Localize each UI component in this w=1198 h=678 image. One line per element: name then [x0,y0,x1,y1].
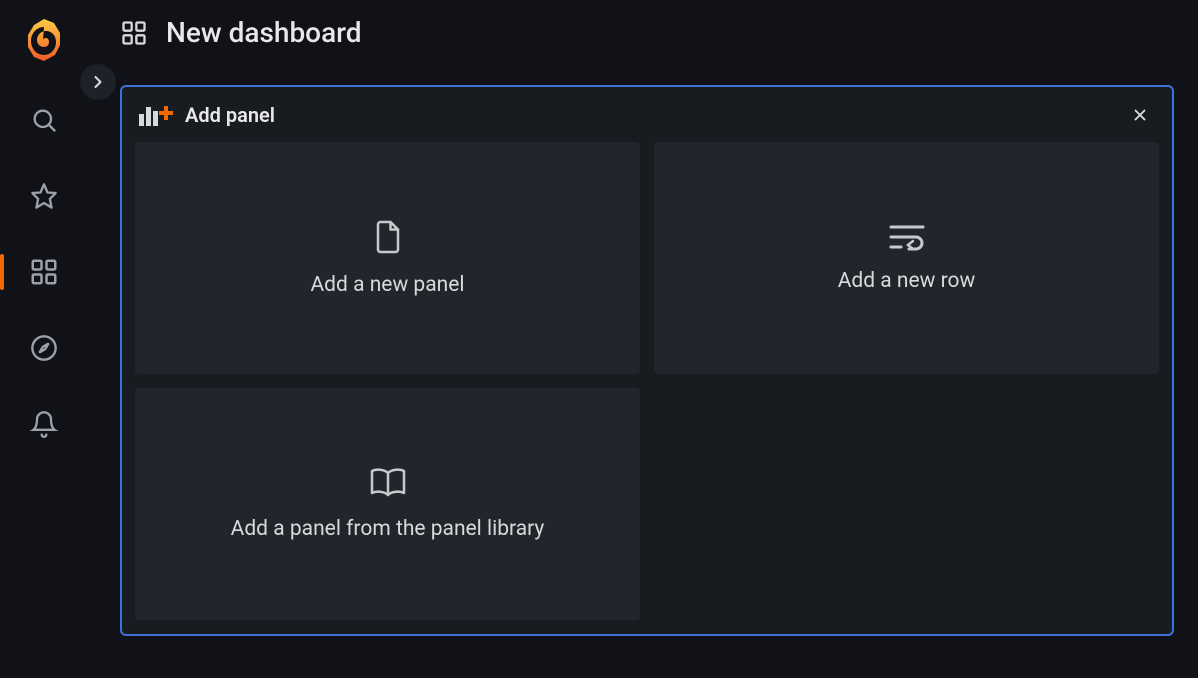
chevron-right-icon [88,72,108,92]
apps-grid-icon [29,257,59,287]
nav-explore[interactable] [24,328,64,368]
add-new-panel-card[interactable]: Add a new panel [135,142,640,374]
nav-dashboards[interactable] [24,252,64,292]
nav-search[interactable] [24,100,64,140]
close-button[interactable] [1127,102,1153,128]
panel-title: Add panel [185,103,275,127]
cards-grid: Add a new panel Add a new row [135,142,1159,620]
nav-starred[interactable] [24,176,64,216]
compass-icon [30,334,58,362]
card-label: Add a new row [838,269,976,293]
star-icon [30,182,58,210]
card-label: Add a panel from the panel library [231,517,545,541]
grafana-logo-icon [22,17,66,65]
add-new-row-card[interactable]: Add a new row [654,142,1159,374]
add-panel-icon [139,104,173,126]
file-icon [373,219,403,255]
dashboard-icon [120,19,148,47]
wrap-text-icon [889,223,925,251]
grafana-logo[interactable] [21,18,67,64]
search-icon [30,106,58,134]
bell-icon [30,410,58,438]
card-label: Add a new panel [310,273,464,297]
sidebar [0,0,88,678]
add-panel-widget: Add panel Add a new panel [120,85,1174,636]
expand-sidebar-button[interactable] [80,64,116,100]
main-area: New dashboard Add panel [88,0,1198,678]
panel-header: Add panel [135,98,1159,142]
page-title: New dashboard [166,16,362,49]
nav-alerting[interactable] [24,404,64,444]
book-open-icon [368,467,408,499]
add-from-library-card[interactable]: Add a panel from the panel library [135,388,640,620]
close-icon [1131,106,1149,124]
page-header: New dashboard [88,0,1198,61]
